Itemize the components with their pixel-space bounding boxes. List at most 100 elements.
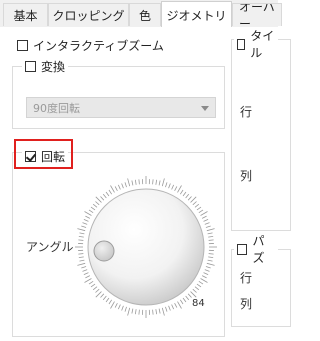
dial-tick xyxy=(177,301,182,309)
dial-tick xyxy=(117,184,121,190)
interactive-zoom-checkbox[interactable]: インタラクティブズーム xyxy=(14,37,167,53)
interactive-zoom-check-box[interactable] xyxy=(17,39,28,51)
dial-tick xyxy=(110,185,115,193)
dial-tick xyxy=(179,189,184,195)
dial-tick xyxy=(78,235,84,238)
dial-tick xyxy=(203,218,209,222)
dial-tick xyxy=(82,222,88,225)
puzzle-row-label: 行 xyxy=(240,271,253,285)
tab-basic[interactable]: 基本 xyxy=(3,3,48,26)
dial-tick xyxy=(131,180,134,186)
dial-tick xyxy=(83,218,89,222)
dial-tick xyxy=(82,269,88,272)
tile-checkbox[interactable]: タイル xyxy=(234,29,278,60)
dial-tick xyxy=(81,266,87,269)
dial-tick xyxy=(105,191,110,197)
puzzle-col-label: 列 xyxy=(240,297,253,311)
dial-tick xyxy=(95,201,100,206)
tab-cropping[interactable]: クロッピング xyxy=(48,3,129,26)
dial-tick xyxy=(95,291,102,298)
dial-tick xyxy=(110,301,115,309)
dial-tick xyxy=(206,262,215,266)
puzzle-check-box[interactable] xyxy=(237,243,248,255)
tile-row-label: 行 xyxy=(240,105,253,119)
dial-tick xyxy=(85,215,91,219)
transform-checkbox[interactable]: 変換 xyxy=(22,58,69,74)
dial-tick xyxy=(205,266,211,269)
rotation-checkbox[interactable]: 回転 xyxy=(22,148,69,164)
dial-tick xyxy=(190,291,197,298)
dial-tick xyxy=(187,293,192,298)
dial-tick xyxy=(201,275,207,279)
dial-tick xyxy=(127,307,131,316)
dial-tick xyxy=(171,304,175,310)
dial-tick xyxy=(187,196,192,201)
transform-check-box[interactable] xyxy=(25,60,36,72)
dial-tick xyxy=(196,206,202,211)
dial-tick xyxy=(192,288,197,293)
dial-tick xyxy=(105,297,110,303)
dial-tick xyxy=(131,308,134,314)
dial-tick xyxy=(165,306,168,312)
chevron-down-icon xyxy=(201,106,209,111)
dial-tick xyxy=(121,305,124,311)
dial-tick xyxy=(114,302,118,308)
dial-tick xyxy=(92,203,98,208)
dial-tick xyxy=(152,179,154,185)
dial-tick xyxy=(194,286,200,291)
tile-group xyxy=(231,39,291,231)
dial-tick xyxy=(194,203,200,208)
dial-tick xyxy=(208,256,214,259)
angle-value: 84 xyxy=(192,298,205,309)
dial-tick xyxy=(78,253,84,255)
dial-tick xyxy=(92,286,98,291)
dial-tick xyxy=(134,309,137,315)
dial-tick xyxy=(185,295,190,301)
tile-col-label: 列 xyxy=(240,169,253,183)
dial-tick xyxy=(81,225,87,228)
dial-tick xyxy=(100,293,105,298)
tab-color[interactable]: 色 xyxy=(129,3,161,26)
rotation-check-box[interactable] xyxy=(25,150,36,162)
tab-overlay[interactable]: オーバー xyxy=(232,3,282,26)
tab-bar: 基本 クロッピング 色 ジオメトリ オーバー xyxy=(0,0,282,28)
rotation-label: 回転 xyxy=(41,149,66,164)
dial-tick xyxy=(203,272,209,276)
dial-tick xyxy=(124,182,127,188)
tile-label: タイル xyxy=(250,29,275,60)
tile-check-box[interactable] xyxy=(237,38,246,50)
dial-tick xyxy=(78,239,84,241)
dial-tick xyxy=(207,232,213,235)
dial-tick xyxy=(206,228,215,232)
dial-tick xyxy=(201,215,207,219)
dial-tick xyxy=(95,196,102,203)
dial-tick xyxy=(102,193,107,199)
dial-tick xyxy=(190,196,197,203)
dial-tick xyxy=(88,209,94,214)
puzzle-checkbox[interactable]: パズ xyxy=(234,234,278,265)
tab-geometry[interactable]: ジオメトリ xyxy=(161,1,232,28)
dial-tick xyxy=(158,180,161,186)
dial-tick xyxy=(161,178,165,187)
dial-tick xyxy=(79,259,85,262)
dial-tick xyxy=(108,189,113,195)
dial-handle[interactable] xyxy=(93,240,115,262)
dial-tick xyxy=(83,272,89,276)
dial-tick xyxy=(102,295,107,301)
dial-tick xyxy=(152,309,154,315)
dial-tick xyxy=(177,185,182,193)
dial-tick xyxy=(207,259,213,262)
dial-tick xyxy=(200,278,208,283)
dial-tick xyxy=(208,235,214,238)
dial-tick xyxy=(88,280,94,285)
dial-tick xyxy=(196,283,202,288)
dial-tick xyxy=(179,299,184,305)
transform-select: 90度回転 xyxy=(26,97,216,118)
dial-tick xyxy=(108,299,113,305)
dial-tick xyxy=(117,304,121,310)
geometry-panel: インタラクティブズーム 変換 90度回転 回転 アングル 84 タイル 行 列 … xyxy=(0,27,291,341)
dial-tick xyxy=(165,182,168,188)
dial-tick xyxy=(79,232,85,235)
dial-tick xyxy=(77,262,86,266)
dial-tick xyxy=(158,308,161,314)
